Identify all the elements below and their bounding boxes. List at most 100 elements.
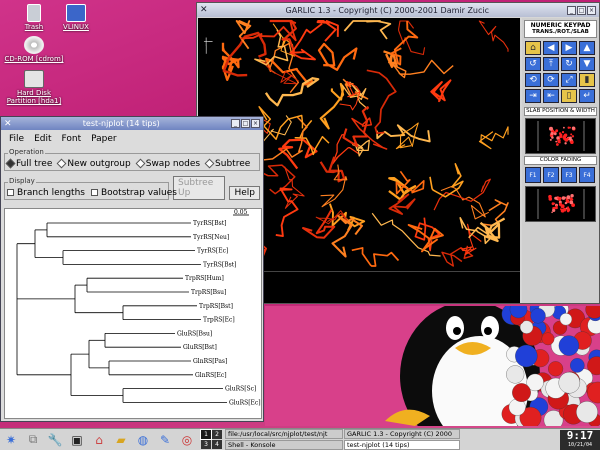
atom-dot — [551, 136, 554, 139]
pager-desktop-2[interactable]: 2 — [212, 430, 222, 439]
folder-icon[interactable]: ▰ — [112, 431, 130, 449]
minimize-icon[interactable]: _ — [567, 5, 576, 15]
trash-icon — [27, 4, 41, 22]
radio-new-outgroup[interactable]: New outgroup — [56, 159, 131, 169]
maximize-icon[interactable]: □ — [577, 5, 586, 15]
minimize-icon[interactable]: _ — [231, 119, 240, 128]
terminal-icon[interactable]: ▣ — [68, 431, 86, 449]
desktop-icon-harddisk[interactable]: Hard Disk Partition [hda1] — [2, 70, 66, 105]
backbone-strand — [461, 223, 482, 256]
close-icon[interactable]: × — [251, 119, 260, 128]
subtree-up-button[interactable]: Subtree Up — [173, 176, 226, 200]
menu-font[interactable]: Font — [62, 134, 82, 144]
atom-dot — [568, 136, 572, 140]
tree-leaf-label[interactable]: GluRS[Ec] — [229, 399, 261, 406]
keypad-zoom-out-button[interactable]: ⇤ — [543, 89, 559, 103]
tree-leaf-label[interactable]: TyrRS[Bst] — [203, 261, 236, 268]
atom-dot — [571, 198, 574, 201]
maximize-icon[interactable]: □ — [241, 119, 250, 128]
tree-leaf-label[interactable]: GluRS[Bst] — [183, 344, 217, 351]
window-list-icon[interactable]: ⧉ — [24, 431, 42, 449]
keypad-down-button[interactable]: ▼ — [579, 57, 595, 71]
atom-dot — [551, 211, 553, 214]
globe-icon[interactable]: ◍ — [134, 431, 152, 449]
keypad-up-button[interactable]: ▲ — [579, 41, 595, 55]
backbone-strand — [319, 82, 345, 130]
checkbox-bootstrap-values[interactable]: Bootstrap values — [90, 188, 177, 198]
checkbox-branch-lengths[interactable]: Branch lengths — [7, 188, 85, 198]
pager-desktop-1[interactable]: 1 — [200, 429, 212, 440]
radio-subtree[interactable]: Subtree — [204, 159, 250, 169]
slab-title: SLAB POSITION & WIDTH — [524, 107, 597, 116]
desktop-icon-vlinux[interactable]: VLINUX — [44, 4, 108, 31]
keypad-rotate-right-button[interactable]: ↻ — [561, 57, 577, 71]
display-group: Display Branch lengths Bootstrap values — [4, 177, 177, 200]
tree-leaf-label[interactable]: TrpRS[Hum] — [185, 275, 224, 282]
keypad-rotate-up-button[interactable]: ⤒ — [543, 57, 559, 71]
pager-desktop-4[interactable]: 4 — [212, 440, 222, 449]
tree-leaf-label[interactable]: GluRS[Bsu] — [177, 330, 212, 337]
home-icon[interactable]: ⌂ — [90, 431, 108, 449]
tree-leaf-label[interactable]: GlnRS[Pas] — [193, 358, 227, 365]
pen-icon[interactable]: ✎ — [156, 431, 174, 449]
desktop-icon-cdrom[interactable]: CD-ROM [cdrom] — [2, 36, 66, 63]
atom-dot — [555, 140, 558, 143]
task-konqueror[interactable]: file:/usr/local/src/njplot/test/njt — [225, 429, 343, 439]
backbone-strand — [478, 126, 509, 150]
keypad-fade-button[interactable]: ▯ — [561, 89, 577, 103]
fading-f1-button[interactable]: F1 — [525, 167, 541, 183]
task-konsole[interactable]: Shell - Konsole — [225, 440, 343, 450]
tree-leaf-label[interactable]: TrpRS[Bsu] — [191, 289, 226, 296]
garlic-titlebar[interactable]: ✕ GARLIC 1.3 - Copyright (C) 2000-2001 D… — [197, 3, 599, 17]
tree-leaf-label[interactable]: TrpRS[Ec] — [203, 317, 235, 324]
tree-leaf-label[interactable]: TyrRS[Bst] — [193, 220, 226, 227]
close-icon[interactable]: × — [587, 5, 596, 15]
keypad-enter-button[interactable]: ↵ — [579, 89, 595, 103]
menu-edit[interactable]: Edit — [34, 134, 51, 144]
pager-desktop-3[interactable]: 3 — [201, 440, 211, 449]
clock[interactable]: 9:17 10/21/04 — [560, 429, 600, 450]
keypad-rotate-y-button[interactable]: ⟳ — [543, 73, 559, 87]
keypad-right-button[interactable]: ▶ — [561, 41, 577, 55]
keypad-rotate-x-button[interactable]: ⟲ — [525, 73, 541, 87]
tree-leaf-label[interactable]: GluRS[Sc] — [225, 386, 256, 393]
fading-title: COLOR FADING — [524, 156, 597, 165]
wallpaper-penguin — [265, 306, 600, 426]
desktop-pager: 1 2 3 4 — [200, 429, 222, 449]
atom-dot — [560, 208, 562, 210]
fading-f4-button[interactable]: F4 — [579, 167, 595, 183]
keypad-left-button[interactable]: ◀ — [543, 41, 559, 55]
keypad-title: NUMERIC KEYPAD TRANS./ROT./SLAB — [524, 20, 597, 38]
kde-menu-icon[interactable]: ✷ — [2, 431, 20, 449]
radio-selected-icon — [5, 158, 16, 169]
keypad-slab-button[interactable]: ▮ — [579, 73, 595, 87]
fading-f2-button[interactable]: F2 — [543, 167, 559, 183]
keypad-zoom-in-button[interactable]: ⇥ — [525, 89, 541, 103]
menu-paper[interactable]: Paper — [91, 134, 117, 144]
x-logo-icon: ✕ — [4, 118, 12, 129]
atom-dot — [565, 198, 569, 202]
wrench-icon[interactable]: 🔧 — [46, 431, 64, 449]
keypad-home-button[interactable]: ⌂ — [525, 41, 541, 55]
njplot-titlebar[interactable]: ✕ test-njplot (14 tips) _ □ × — [1, 117, 263, 130]
backbone-strand — [275, 187, 299, 238]
help-icon[interactable]: ◎ — [178, 431, 196, 449]
atom-dot — [571, 126, 576, 130]
task-garlic[interactable]: GARLIC 1.3 - Copyright (C) 2000 — [344, 429, 460, 439]
menu-file[interactable]: File — [9, 134, 24, 144]
tree-leaf-label[interactable]: TyrRS[Ec] — [197, 248, 228, 255]
radio-swap-nodes[interactable]: Swap nodes — [135, 159, 200, 169]
tree-leaf-label[interactable]: TyrRS[Neu] — [193, 234, 229, 241]
tree-canvas[interactable]: 0.05 TyrRS[Bst] TyrRS[Neu] TyrRS[Ec] TyrRS[… — [4, 208, 262, 419]
help-button[interactable]: Help — [229, 186, 260, 200]
atom-dot — [553, 132, 557, 136]
keypad-rotate-z-button[interactable]: ⤢ — [561, 73, 577, 87]
keypad-rotate-left-button[interactable]: ↺ — [525, 57, 541, 71]
radio-full-tree[interactable]: Full tree — [5, 158, 52, 169]
atom-dot — [570, 194, 574, 198]
tree-leaf-label[interactable]: GlnRS[Ec] — [195, 372, 227, 379]
task-njplot[interactable]: test-njplot (14 tips) — [344, 440, 460, 450]
njplot-window[interactable]: ✕ test-njplot (14 tips) _ □ × File Edit … — [0, 116, 264, 422]
tree-leaf-label[interactable]: TrpRS[Bst] — [199, 303, 233, 310]
fading-f3-button[interactable]: F3 — [561, 167, 577, 183]
